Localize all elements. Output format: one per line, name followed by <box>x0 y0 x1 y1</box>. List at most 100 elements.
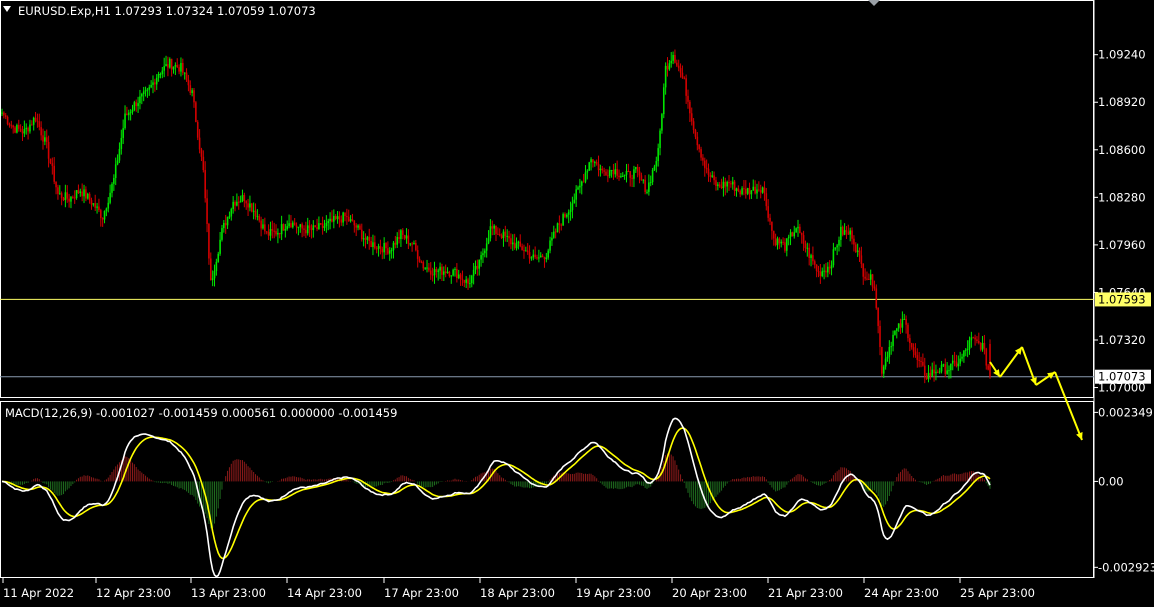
candle-body <box>178 67 180 72</box>
candle-body <box>789 232 792 237</box>
candle-body <box>58 193 61 195</box>
candle-body <box>467 279 469 284</box>
candle-body <box>360 229 363 240</box>
candle-body <box>931 369 934 376</box>
candle-body <box>478 259 481 269</box>
candle-body <box>232 201 234 210</box>
time-tick-label: 21 Apr 23:00 <box>768 586 843 600</box>
candle-body <box>920 360 922 362</box>
forecast-arrows <box>989 346 1083 441</box>
candle-body <box>731 181 734 185</box>
candle-body <box>821 271 824 277</box>
candle-body <box>644 179 646 192</box>
macd-tick-label: 0.00 <box>1098 474 1124 488</box>
candle-body <box>813 261 816 265</box>
horizontal-level-line[interactable]: 1.07593 <box>0 292 1151 307</box>
candle-body <box>528 252 531 259</box>
candle-body <box>508 235 510 239</box>
candle-body <box>239 200 242 203</box>
candle-body <box>653 166 656 170</box>
candle-body <box>636 166 639 172</box>
candle-body <box>923 365 926 376</box>
candle-body <box>331 218 333 222</box>
candle-body <box>137 103 139 107</box>
candle-body <box>709 174 712 177</box>
candle-body <box>228 216 231 218</box>
candle-body <box>832 249 835 266</box>
candle-body <box>306 225 309 234</box>
candle-body <box>961 356 963 359</box>
candle-body <box>124 113 126 129</box>
candle-body <box>155 77 158 85</box>
panel-frames <box>0 0 1095 578</box>
macd-histogram <box>3 453 991 529</box>
candle-body <box>638 171 641 176</box>
candle-body <box>129 112 132 114</box>
candle-body <box>580 181 583 186</box>
candle-body <box>836 245 838 248</box>
candle-body <box>342 212 344 223</box>
candle-body <box>219 239 221 254</box>
candle-body <box>515 243 518 249</box>
candle-body <box>139 96 141 104</box>
candle-body <box>621 176 624 178</box>
chart-canvas[interactable]: EURUSD.Exp,H1 1.07293 1.07324 1.07059 1.… <box>0 0 1154 603</box>
candle-body <box>314 225 316 228</box>
candle-body <box>854 244 857 252</box>
candle-body <box>683 77 686 79</box>
candle-body <box>884 358 887 367</box>
candle-body <box>556 223 559 233</box>
candle-body <box>877 307 879 326</box>
candle-body <box>377 246 380 249</box>
candle-body <box>554 231 557 233</box>
candle-body <box>692 121 695 130</box>
price-tick-label: 1.07320 <box>1098 333 1146 347</box>
candle-body <box>903 318 906 320</box>
candle-body <box>105 208 108 211</box>
candle-body <box>510 238 512 245</box>
candle-body <box>500 235 503 239</box>
candle-body <box>280 224 283 235</box>
trading-chart-window[interactable]: EURUSD.Exp,H1 1.07293 1.07324 1.07059 1.… <box>0 0 1154 603</box>
candle-body <box>582 181 585 183</box>
candle-body <box>383 243 385 253</box>
candle-body <box>357 225 359 228</box>
candle-body <box>487 238 490 244</box>
candle-body <box>946 370 948 374</box>
candle-body <box>597 163 600 171</box>
candle-body <box>448 271 451 277</box>
candle-body <box>519 241 522 247</box>
candle-body <box>400 230 402 239</box>
candle-body <box>659 130 661 149</box>
candle-body <box>258 216 261 221</box>
candle-body <box>724 181 727 187</box>
candle-body <box>27 127 29 132</box>
candle-body <box>161 70 164 74</box>
candle-body <box>338 216 341 220</box>
candle-body <box>297 226 300 228</box>
candle-body <box>474 265 477 270</box>
candle-body <box>200 149 203 157</box>
candle-body <box>670 60 673 64</box>
candle-body <box>685 78 687 96</box>
candle-body <box>552 231 555 238</box>
candle-body <box>506 235 508 237</box>
scroll-marker-icon[interactable] <box>868 0 880 6</box>
candle-body <box>381 248 384 253</box>
candle-body <box>310 228 313 231</box>
chart-options-icon[interactable] <box>3 6 11 12</box>
candle-body <box>817 271 820 273</box>
candle-body <box>536 257 538 259</box>
candle-body <box>81 191 83 197</box>
candle-body <box>868 278 870 280</box>
candle-body <box>32 117 35 125</box>
candle-body <box>933 369 935 374</box>
candle-body <box>560 224 563 226</box>
candle-body <box>918 359 920 361</box>
candle-body <box>661 114 663 131</box>
candle-body <box>4 115 7 117</box>
candle-body <box>860 255 863 264</box>
candle-body <box>88 193 91 201</box>
time-tick-label: 17 Apr 23:00 <box>384 586 459 600</box>
candle-body <box>51 163 54 166</box>
